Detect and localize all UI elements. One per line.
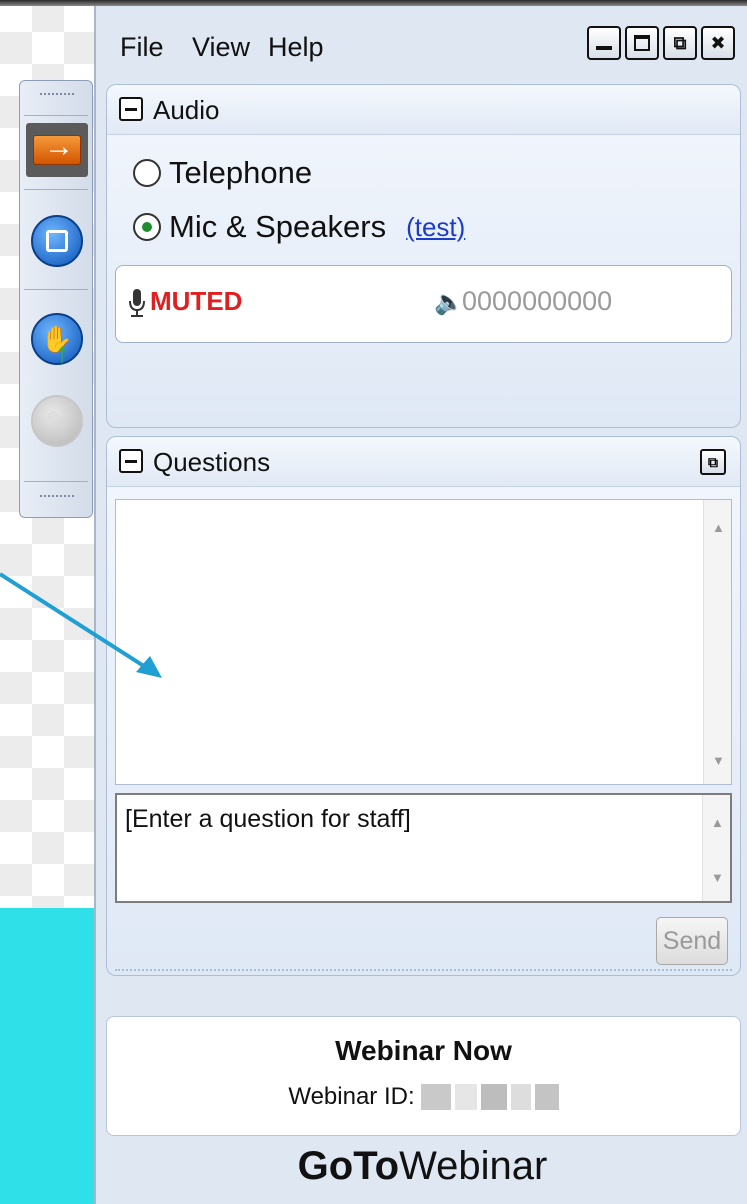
audio-header: Audio	[107, 85, 740, 135]
question-input-placeholder: [Enter a question for staff]	[125, 805, 411, 833]
window-controls: ⧉ ✖	[587, 26, 735, 60]
test-audio-link[interactable]: (test)	[406, 212, 465, 243]
telephone-label: Telephone	[169, 155, 313, 190]
questions-popout-button[interactable]: ⧉	[700, 449, 726, 475]
questions-collapse-button[interactable]	[119, 449, 143, 473]
raise-hand-button[interactable]: ✋ ↑	[31, 313, 83, 368]
logo-bold-part: GoTo	[297, 1144, 400, 1188]
send-button[interactable]: Send	[656, 917, 728, 965]
scroll-down-icon[interactable]: ▼	[711, 870, 724, 885]
questions-section: Questions ⧉ ▲ ▼ [Enter a question for st…	[106, 436, 741, 976]
gotowebinar-logo: GoToWebinar	[96, 1144, 747, 1189]
webinar-id-row: Webinar ID:	[107, 1083, 740, 1111]
menu-help[interactable]: Help	[268, 32, 324, 63]
scroll-down-icon[interactable]: ▼	[712, 753, 725, 768]
screen-share-icon	[46, 230, 68, 252]
mic-speakers-radio[interactable]	[133, 213, 161, 241]
scroll-up-icon[interactable]: ▲	[712, 520, 725, 535]
audio-collapse-button[interactable]	[119, 97, 143, 121]
audio-status-box: MUTED 🔈 0000000000	[115, 265, 732, 343]
questions-resize-grip[interactable]	[115, 969, 732, 971]
audio-title: Audio	[153, 95, 220, 125]
redacted-block	[480, 1084, 507, 1110]
maximize-button[interactable]	[625, 26, 659, 60]
questions-log-scrollbar[interactable]: ▲ ▼	[703, 500, 731, 784]
restore-button[interactable]: ⧉	[663, 26, 697, 60]
question-input[interactable]: [Enter a question for staff] ▲ ▼	[115, 793, 732, 903]
arrow-right-icon	[33, 130, 81, 165]
restore-icon: ⧉	[673, 32, 687, 53]
questions-title: Questions	[153, 447, 271, 477]
microphone-icon	[129, 289, 145, 317]
toolbar-grip-bottom[interactable]	[40, 495, 74, 503]
floating-toolbar: ✋ ↑ ✎	[19, 80, 93, 518]
close-icon: ✖	[710, 32, 726, 53]
redacted-block	[510, 1084, 531, 1110]
minimize-button[interactable]	[587, 26, 621, 60]
logo-regular-part: Webinar	[399, 1144, 548, 1188]
annotation-arrow-icon	[0, 572, 162, 678]
draw-tool-icon: ✎	[46, 405, 68, 436]
scroll-up-icon[interactable]: ▲	[711, 815, 724, 830]
redacted-block	[420, 1084, 451, 1110]
draw-tool-button[interactable]: ✎	[31, 395, 83, 447]
toolbar-divider	[24, 481, 88, 482]
mic-muted-status[interactable]: MUTED	[150, 286, 242, 317]
maximize-icon	[634, 35, 650, 51]
telephone-option[interactable]: Telephone	[133, 155, 312, 191]
redacted-block	[534, 1084, 559, 1110]
mic-speakers-label: Mic & Speakers	[169, 209, 387, 244]
redacted-block	[454, 1084, 477, 1110]
speaker-icon: 🔈	[434, 289, 464, 316]
webinar-info-box: Webinar Now Webinar ID:	[106, 1016, 741, 1136]
telephone-radio[interactable]	[133, 159, 161, 187]
questions-header: Questions ⧉	[107, 437, 740, 487]
question-input-scrollbar[interactable]: ▲ ▼	[702, 795, 730, 901]
menu-view[interactable]: View	[192, 32, 250, 63]
toolbar-divider	[24, 115, 88, 116]
audio-section: Audio Telephone Mic & Speakers (test) MU…	[106, 84, 741, 428]
screen-share-button[interactable]	[31, 215, 83, 267]
arrow-up-icon: ↑	[55, 337, 69, 368]
webinar-name: Webinar Now	[335, 1035, 512, 1066]
toolbar-divider	[24, 189, 88, 190]
popout-icon: ⧉	[708, 453, 718, 470]
minimize-icon	[596, 46, 612, 50]
close-button[interactable]: ✖	[701, 26, 735, 60]
questions-log[interactable]: ▲ ▼	[115, 499, 732, 785]
mic-speakers-option[interactable]: Mic & Speakers (test)	[133, 209, 465, 245]
menu-bar: File View Help ⧉ ✖	[96, 6, 747, 82]
show-panel-button[interactable]	[26, 123, 88, 177]
toolbar-divider	[24, 289, 88, 290]
toolbar-grip-top[interactable]	[40, 93, 74, 101]
menu-file[interactable]: File	[120, 32, 164, 63]
speaker-level-meter: 0000000000	[462, 286, 613, 316]
webinar-id-label: Webinar ID:	[288, 1083, 415, 1110]
